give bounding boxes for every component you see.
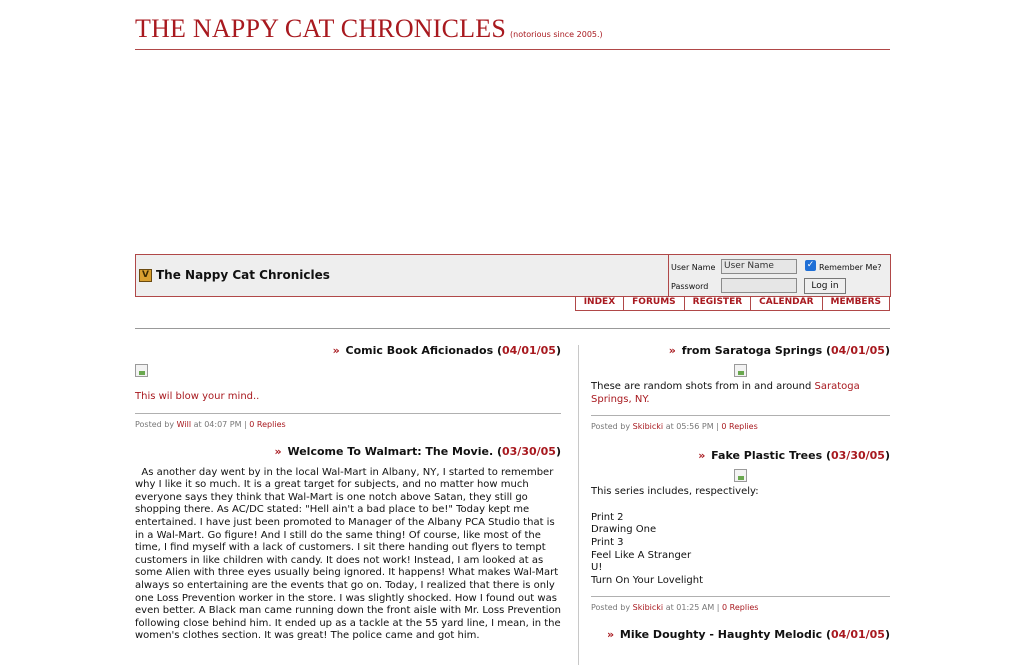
list-item: Print 3: [591, 536, 624, 548]
post-meta: Posted by Skibicki at 05:56 PM | 0 Repli…: [591, 415, 890, 431]
post: » from Saratoga Springs (04/01/05) These…: [591, 344, 890, 431]
at-label: at: [665, 422, 674, 432]
remember-me-label: Remember Me?: [819, 263, 882, 272]
replies-link[interactable]: 0 Replies: [721, 422, 757, 431]
posted-by-label: Posted by: [135, 419, 175, 429]
content-divider: [135, 328, 890, 329]
post-title-link[interactable]: Mike Doughty - Haughty Melodic: [620, 628, 822, 641]
post: » Comic Book Aficionados (04/01/05) This…: [135, 344, 561, 429]
site-header: THE NAPPY CAT CHRONICLES (notorious since…: [135, 14, 890, 50]
list-item: Turn On Your Lovelight: [591, 574, 704, 586]
post-title: » Comic Book Aficionados (04/01/05): [332, 344, 561, 357]
post-intro: This series includes, respectively:: [591, 486, 759, 498]
nav-members[interactable]: MEMBERS: [823, 296, 890, 310]
main-nav: INDEX FORUMS REGISTER CALENDAR MEMBERS: [574, 296, 890, 311]
banner-title[interactable]: The Nappy Cat Chronicles: [156, 268, 330, 282]
post-date-link[interactable]: 04/01/05: [831, 344, 885, 357]
nav-calendar[interactable]: CALENDAR: [751, 296, 823, 310]
post: » Fake Plastic Trees (03/30/05) This ser…: [591, 449, 890, 612]
post-meta: Posted by Skibicki at 01:25 AM | 0 Repli…: [591, 596, 890, 612]
username-input[interactable]: User Name: [721, 259, 797, 274]
raquo-icon: »: [332, 344, 340, 357]
login-button[interactable]: Log in: [804, 278, 846, 294]
list-item: Feel Like A Stranger: [591, 549, 692, 561]
left-column: » Comic Book Aficionados (04/01/05) This…: [135, 344, 561, 643]
site-tagline: (notorious since 2005.): [510, 30, 603, 39]
remember-me-checkbox[interactable]: ✓: [805, 260, 816, 271]
author-link[interactable]: Will: [177, 420, 191, 429]
raquo-icon: »: [606, 628, 615, 642]
post-body: This series includes, respectively: Prin…: [591, 486, 890, 587]
post-body-link[interactable]: This wil blow your mind..: [135, 391, 259, 402]
right-column: » from Saratoga Springs (04/01/05) These…: [591, 344, 890, 642]
site-title[interactable]: THE NAPPY CAT CHRONICLES: [135, 14, 506, 43]
v-logo-icon: V: [139, 269, 152, 282]
post-meta: Posted by Will at 04:07 PM | 0 Replies: [135, 412, 561, 429]
nav-register[interactable]: REGISTER: [685, 296, 752, 310]
post-title: » Welcome To Walmart: The Movie. (03/30/…: [274, 444, 561, 458]
list-item: U!: [591, 562, 603, 574]
post-time: 01:25 AM: [676, 603, 715, 613]
post-time: 04:07 PM: [204, 419, 242, 429]
forum-banner: V The Nappy Cat Chronicles User Name Use…: [135, 254, 891, 297]
post-date-link[interactable]: 03/30/05: [831, 449, 885, 462]
login-form: User Name User Name Password ✓ Remember …: [668, 255, 891, 296]
replies-link[interactable]: 0 Replies: [249, 420, 285, 429]
raquo-icon: »: [274, 444, 282, 458]
post-title-link[interactable]: Comic Book Aficionados: [346, 344, 494, 357]
broken-image-icon: [734, 469, 747, 483]
broken-image-icon: [135, 364, 148, 377]
post-body: As another day went by in the local Wal-…: [135, 466, 565, 642]
post-date-link[interactable]: 04/01/05: [502, 344, 556, 357]
username-label: User Name: [671, 263, 716, 272]
post-body-text: These are random shots from in and aroun…: [591, 381, 815, 392]
post-body: This wil blow your mind..: [135, 391, 561, 404]
post-title: » Fake Plastic Trees (03/30/05): [698, 449, 890, 463]
post-body: These are random shots from in and aroun…: [591, 381, 890, 406]
post-time: 05:56 PM: [676, 422, 714, 432]
post-title-link[interactable]: from Saratoga Springs: [682, 344, 822, 357]
password-input[interactable]: [721, 278, 797, 293]
author-link[interactable]: Skibicki: [633, 603, 664, 612]
list-item: Drawing One: [591, 524, 657, 536]
column-separator: [578, 345, 579, 665]
post: » Welcome To Walmart: The Movie. (03/30/…: [135, 445, 561, 643]
posted-by-label: Posted by: [591, 603, 631, 613]
post: » Mike Doughty - Haughty Melodic (04/01/…: [591, 628, 890, 642]
post-title: » from Saratoga Springs (04/01/05): [668, 344, 890, 357]
password-label: Password: [671, 282, 709, 291]
post-date-link[interactable]: 04/01/05: [831, 628, 885, 641]
list-item: Print 2: [591, 511, 624, 523]
nav-index[interactable]: INDEX: [576, 296, 625, 310]
author-link[interactable]: Skibicki: [633, 422, 664, 431]
raquo-icon: »: [668, 344, 676, 357]
at-label: at: [193, 419, 202, 429]
posted-by-label: Posted by: [591, 422, 631, 432]
broken-image-icon: [734, 364, 747, 377]
post-title-link[interactable]: Fake Plastic Trees: [711, 449, 822, 462]
post-title: » Mike Doughty - Haughty Melodic (04/01/…: [606, 628, 890, 642]
post-title-link[interactable]: Welcome To Walmart: The Movie.: [287, 445, 493, 458]
nav-forums[interactable]: FORUMS: [624, 296, 685, 310]
raquo-icon: »: [698, 449, 706, 463]
post-date-link[interactable]: 03/30/05: [502, 445, 556, 458]
replies-link[interactable]: 0 Replies: [722, 603, 758, 612]
at-label: at: [665, 603, 674, 613]
